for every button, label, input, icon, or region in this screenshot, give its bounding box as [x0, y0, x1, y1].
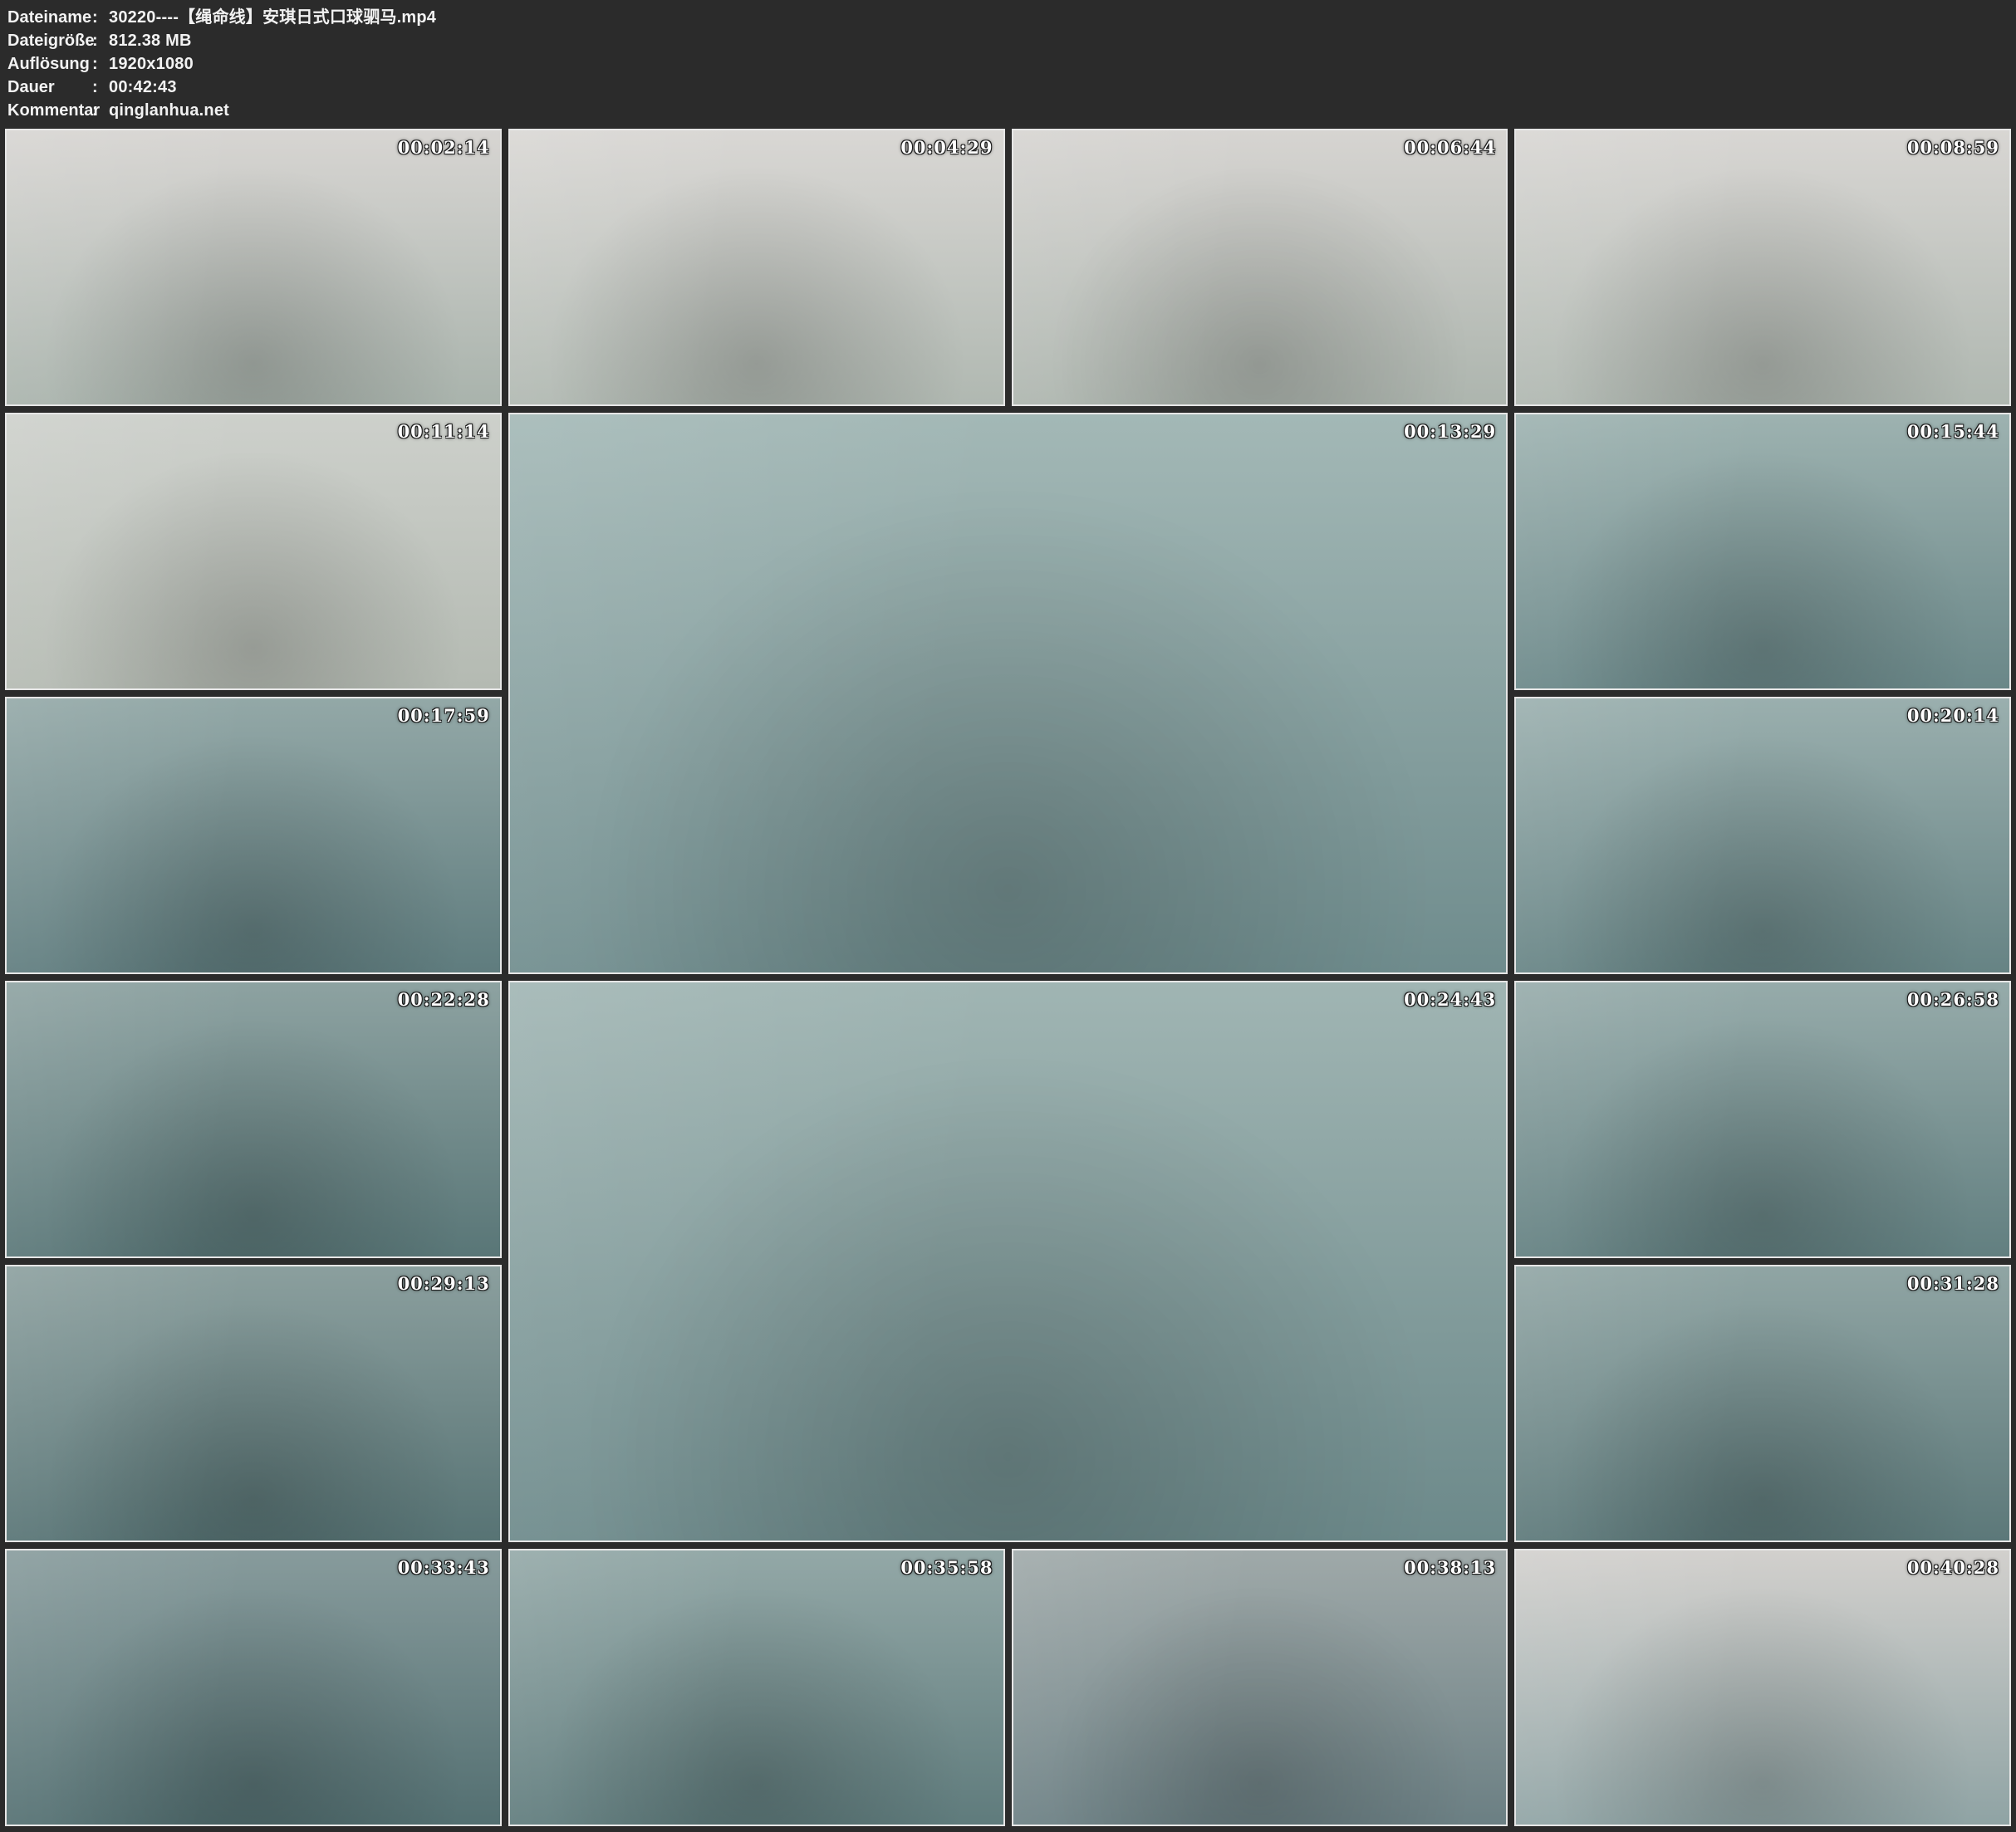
timestamp-overlay: 00:29:13 — [398, 1273, 490, 1294]
thumbnail-placeholder — [7, 1266, 500, 1541]
video-thumbnail[interactable]: 00:33:43 — [5, 1549, 502, 1826]
video-thumbnail[interactable]: 00:15:44 — [1514, 413, 2011, 690]
video-thumbnail[interactable]: 00:24:43 — [508, 981, 1508, 1542]
video-thumbnail[interactable]: 00:29:13 — [5, 1265, 502, 1542]
video-thumbnail[interactable]: 00:31:28 — [1514, 1265, 2011, 1542]
video-thumbnail[interactable]: 00:26:58 — [1514, 981, 2011, 1258]
timestamp-overlay: 00:35:58 — [900, 1557, 993, 1578]
video-thumbnail[interactable]: 00:17:59 — [5, 697, 502, 974]
timestamp-overlay: 00:33:43 — [398, 1557, 490, 1578]
thumbnail-placeholder — [1516, 1266, 2009, 1541]
timestamp-overlay: 00:22:28 — [398, 989, 490, 1010]
video-thumbnail[interactable]: 00:22:28 — [5, 981, 502, 1258]
video-thumbnail[interactable]: 00:40:28 — [1514, 1549, 2011, 1826]
thumbnail-placeholder — [1516, 982, 2009, 1256]
duration-value: 00:42:43 — [109, 78, 177, 96]
timestamp-overlay: 00:17:59 — [398, 705, 490, 726]
metadata-label: Kommentar — [7, 99, 92, 122]
comment-value: qinglanhua.net — [109, 101, 229, 120]
thumbnail-placeholder — [510, 130, 1003, 404]
thumbnail-placeholder — [1516, 1550, 2009, 1825]
timestamp-overlay: 00:26:58 — [1907, 989, 1999, 1010]
timestamp-overlay: 00:24:43 — [1404, 989, 1496, 1010]
video-thumbnail[interactable]: 00:38:13 — [1012, 1549, 1508, 1826]
metadata-separator: : — [92, 6, 109, 29]
video-thumbnail[interactable]: 00:11:14 — [5, 413, 502, 690]
metadata-separator: : — [92, 52, 109, 76]
metadata-label: Dateiname — [7, 6, 92, 29]
metadata-separator: : — [92, 29, 109, 52]
metadata-row-duration: Dauer:00:42:43 — [7, 76, 2008, 99]
timestamp-overlay: 00:06:44 — [1404, 137, 1496, 158]
timestamp-overlay: 00:40:28 — [1907, 1557, 1999, 1578]
resolution-value: 1920x1080 — [109, 55, 194, 73]
metadata-row-filesize: Dateigröße:812.38 MB — [7, 29, 2008, 52]
video-thumbnail[interactable]: 00:08:59 — [1514, 129, 2011, 406]
thumbnail-placeholder — [7, 1550, 500, 1825]
metadata-row-filename: Dateiname:30220----【绳命线】安琪日式口球驷马.mp4 — [7, 6, 2008, 29]
metadata-separator: : — [92, 76, 109, 99]
thumbnail-placeholder — [1516, 414, 2009, 688]
thumbnail-placeholder — [7, 982, 500, 1256]
filesize-value: 812.38 MB — [109, 32, 192, 50]
timestamp-overlay: 00:04:29 — [900, 137, 993, 158]
thumbnail-placeholder — [7, 698, 500, 972]
metadata-label: Dauer — [7, 76, 92, 99]
metadata-header: Dateiname:30220----【绳命线】安琪日式口球驷马.mp4 Dat… — [0, 0, 2016, 125]
video-thumbnail[interactable]: 00:02:14 — [5, 129, 502, 406]
timestamp-overlay: 00:08:59 — [1907, 137, 1999, 158]
timestamp-overlay: 00:11:14 — [398, 421, 490, 442]
thumbnail-placeholder — [510, 1550, 1003, 1825]
video-thumbnail[interactable]: 00:13:29 — [508, 413, 1508, 974]
timestamp-overlay: 00:02:14 — [398, 137, 490, 158]
thumbnail-placeholder — [7, 414, 500, 688]
video-contact-sheet: Dateiname:30220----【绳命线】安琪日式口球驷马.mp4 Dat… — [0, 0, 2016, 1826]
thumbnail-placeholder — [1516, 130, 2009, 404]
metadata-label: Auflösung — [7, 52, 92, 76]
thumbnail-placeholder — [1013, 130, 1507, 404]
timestamp-overlay: 00:31:28 — [1907, 1273, 1999, 1294]
timestamp-overlay: 00:15:44 — [1907, 421, 1999, 442]
video-thumbnail[interactable]: 00:04:29 — [508, 129, 1005, 406]
video-thumbnail[interactable]: 00:35:58 — [508, 1549, 1005, 1826]
timestamp-overlay: 00:38:13 — [1404, 1557, 1496, 1578]
thumbnail-placeholder — [1516, 698, 2009, 972]
timestamp-overlay: 00:13:29 — [1404, 421, 1496, 442]
timestamp-overlay: 00:20:14 — [1907, 705, 1999, 726]
metadata-label: Dateigröße — [7, 29, 92, 52]
video-thumbnail[interactable]: 00:20:14 — [1514, 697, 2011, 974]
metadata-separator: : — [92, 99, 109, 122]
metadata-row-resolution: Auflösung:1920x1080 — [7, 52, 2008, 76]
filename-value: 30220----【绳命线】安琪日式口球驷马.mp4 — [109, 8, 436, 27]
metadata-row-comment: Kommentar:qinglanhua.net — [7, 99, 2008, 122]
video-thumbnail[interactable]: 00:06:44 — [1012, 129, 1508, 406]
thumbnail-placeholder — [510, 982, 1507, 1541]
thumbnail-placeholder — [510, 414, 1507, 972]
thumbnail-grid: 00:02:14 00:04:29 00:06:44 00:08:59 00:1… — [5, 129, 2011, 1826]
thumbnail-placeholder — [1013, 1550, 1507, 1825]
thumbnail-placeholder — [7, 130, 500, 404]
